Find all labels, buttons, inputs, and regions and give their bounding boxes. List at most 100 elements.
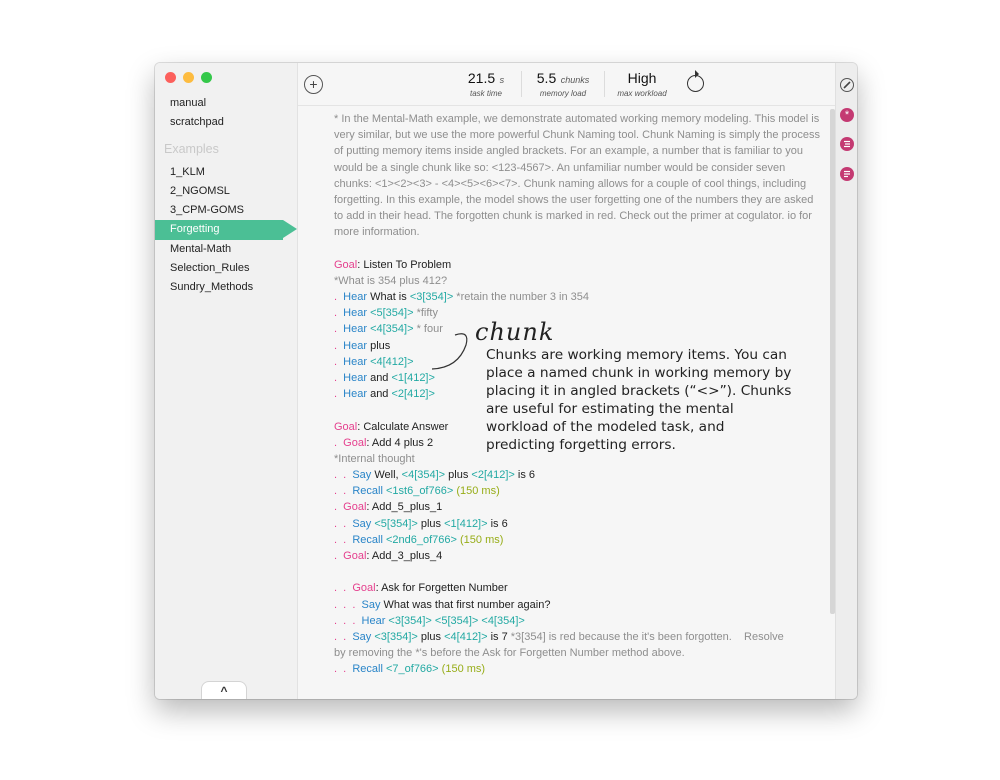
code-text: : Calculate Answer xyxy=(357,420,449,433)
memory-load-label: memory load xyxy=(539,89,587,98)
indent-dots: . . xyxy=(334,663,353,676)
indent-dots: . . . xyxy=(334,614,362,627)
code-text: plus xyxy=(417,517,445,530)
code-text: is 7 xyxy=(487,630,511,643)
sidebar-item-mental-math[interactable]: Mental-Math xyxy=(155,240,297,259)
goal-keyword: Goal xyxy=(343,436,367,449)
operator-keyword: Hear xyxy=(361,614,386,627)
code-line: . Hear <4[354]> * four xyxy=(334,321,824,337)
chunk-token: <7_of766> xyxy=(385,663,439,676)
duration-token: (150 ms) xyxy=(441,663,486,676)
code-line: . . Say Well, <4[354]> plus <2[412]> is … xyxy=(334,467,824,483)
task-time-value: 21.5 xyxy=(467,70,496,86)
indent-dots: . . xyxy=(334,517,353,530)
notes-icon[interactable] xyxy=(840,167,854,181)
code-text: plus xyxy=(367,339,391,352)
collapse-tab-button[interactable]: ^ xyxy=(201,681,247,699)
code-line: . . Say <3[354]> plus <4[412]> is 7 *3[3… xyxy=(334,629,824,645)
sidebar-item-sundry-methods[interactable]: Sundry_Methods xyxy=(155,278,297,297)
reload-icon[interactable] xyxy=(687,75,704,92)
code-line: . . . Hear <3[354]> <5[354]> <4[354]> xyxy=(334,613,824,629)
operator-keyword: Recall xyxy=(352,533,383,546)
sidebar-item-selection-rules[interactable]: Selection_Rules xyxy=(155,259,297,278)
code-text: : Add_5_plus_1 xyxy=(366,501,443,514)
indent-dots: . . xyxy=(334,533,353,546)
sidebar-item-forgetting[interactable]: Forgetting xyxy=(155,220,297,240)
indent-dots: . xyxy=(334,291,344,303)
indent-dots: . xyxy=(334,355,344,368)
duration-token: (150 ms) xyxy=(460,533,504,546)
indent-dots: . xyxy=(334,371,344,384)
comment-text: *fifty xyxy=(413,307,438,320)
indent-dots: . . . xyxy=(334,598,362,611)
sidebar-item-3-cpm-goms[interactable]: 3_CPM-GOMS xyxy=(155,201,297,220)
code-text: : Listen To Problem xyxy=(357,258,452,271)
operator-keyword: Recall xyxy=(352,663,383,676)
indent-dots: . xyxy=(334,550,344,562)
code-text: plus xyxy=(417,630,445,643)
code-text: : Add_3_plus_4 xyxy=(366,550,443,562)
sidebar-list: manual scratchpad Examples 1_KLM 2_NGOMS… xyxy=(155,94,297,298)
chunk-token: <5[354]> xyxy=(374,517,418,530)
close-button[interactable] xyxy=(165,72,176,83)
operator-keyword: Recall xyxy=(352,485,383,498)
annotation-title: chunk xyxy=(475,318,555,346)
task-time-label: task time xyxy=(469,89,502,98)
sidebar-item-manual[interactable]: manual xyxy=(155,94,297,113)
code-text: plus xyxy=(445,469,472,482)
sidebar: manual scratchpad Examples 1_KLM 2_NGOMS… xyxy=(155,63,298,699)
chunk-token: <1[412]> xyxy=(444,517,488,530)
indent-dots: . xyxy=(334,339,344,352)
pencil-icon[interactable] xyxy=(840,78,854,92)
comment-text: by removing the *'s before the Ask for F… xyxy=(334,647,685,660)
code-line: by removing the *'s before the Ask for F… xyxy=(334,645,824,661)
right-toolbar: * xyxy=(835,63,857,699)
operator-keyword: Hear xyxy=(343,291,368,303)
memory-load-value: 5.5 xyxy=(536,70,557,86)
list-icon[interactable] xyxy=(840,137,854,151)
code-text: is 6 xyxy=(487,517,508,530)
chunk-token: <3[354]> xyxy=(409,291,454,303)
code-text: is 6 xyxy=(514,469,536,482)
chunk-token: <3[354]> <5[354]> <4[354]> xyxy=(388,614,525,627)
chunk-token: <4[354]> xyxy=(401,469,446,482)
comment-text: *retain the number 3 in 354 xyxy=(453,291,590,303)
operator-keyword: Hear xyxy=(343,355,368,368)
operator-keyword: Say xyxy=(352,630,372,643)
chunk-token: <4[412]> xyxy=(370,355,414,368)
annotation-text: Chunks are working memory items. You can… xyxy=(486,347,792,453)
max-workload-value: High xyxy=(627,70,657,86)
asterisk-icon[interactable]: * xyxy=(840,108,854,122)
chunk-token: <4[412]> xyxy=(444,630,488,643)
code-lines: Goal: Listen To Problem *What is 354 plus… xyxy=(334,257,824,678)
goal-keyword: Goal xyxy=(343,550,367,562)
task-time-unit: s xyxy=(499,75,505,85)
indent-dots: . . xyxy=(334,469,353,482)
goal-keyword: Goal xyxy=(352,582,376,595)
chunk-token: <2[412]> xyxy=(391,388,435,401)
sidebar-item-scratchpad[interactable]: scratchpad xyxy=(155,113,297,132)
code-text: and xyxy=(367,388,392,401)
minimize-button[interactable] xyxy=(183,72,194,83)
indent-dots: . . xyxy=(334,582,353,595)
add-button[interactable]: + xyxy=(304,75,323,94)
sidebar-item-2-ngomsl[interactable]: 2_NGOMSL xyxy=(155,182,297,201)
memory-load-unit: chunks xyxy=(560,75,590,85)
code-line: . . Recall <1st6_of766> (150 ms) xyxy=(334,483,824,499)
chunk-token: <3[354]> xyxy=(374,630,418,643)
window-controls xyxy=(165,72,212,83)
zoom-button[interactable] xyxy=(201,72,212,83)
sidebar-item-1-klm[interactable]: 1_KLM xyxy=(155,163,297,182)
examples-header: Examples xyxy=(164,141,219,156)
code-line: . . Goal: Ask for Forgetten Number xyxy=(334,580,824,596)
goal-keyword: Goal xyxy=(343,501,367,514)
operator-keyword: Hear xyxy=(343,323,368,336)
chunk-token: <1st6_of766> xyxy=(385,485,454,498)
duration-token: (150 ms) xyxy=(456,485,500,498)
code-text: Well, xyxy=(371,469,402,482)
indent-dots: . xyxy=(334,307,344,320)
comment-text: *Internal thought xyxy=(334,452,415,465)
code-line: . Goal: Add_5_plus_1 xyxy=(334,499,824,515)
intro-comment: * In the Mental-Math example, we demonst… xyxy=(334,113,821,239)
code-line: . Hear What is <3[354]> *retain the numb… xyxy=(334,289,824,305)
